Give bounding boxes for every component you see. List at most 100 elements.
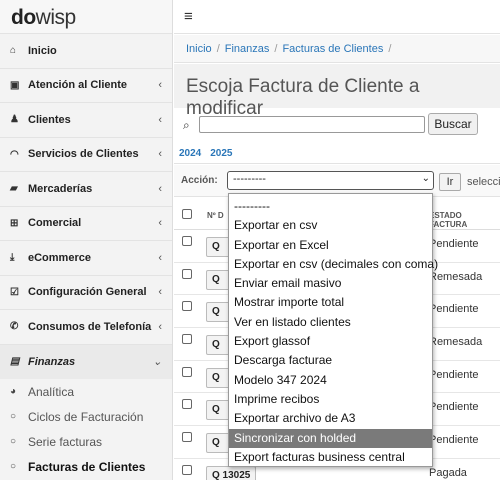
dropdown-option[interactable]: Mostrar importe total bbox=[229, 293, 432, 312]
year-filter: 2024 2025 bbox=[174, 142, 500, 164]
sidebar-item-inicio[interactable]: ⌂ Inicio bbox=[0, 34, 172, 69]
sidebar-item-mercader-as[interactable]: ▰ Mercaderías ‹ bbox=[0, 172, 172, 207]
sidebar-item-label: Mercaderías bbox=[28, 182, 93, 195]
sidebar-item-label: Atención al Cliente bbox=[28, 79, 128, 92]
breadcrumb-separator: / bbox=[216, 43, 220, 55]
status-cell: Pendiente bbox=[429, 401, 479, 414]
search-row: ⌕ Buscar bbox=[174, 112, 500, 140]
dropdown-option[interactable]: Imprime recibos bbox=[229, 390, 432, 409]
chevron-icon: ‹ bbox=[158, 79, 162, 92]
submenu-item-facturas-de-clientes[interactable]: ○ Facturas de Clientes bbox=[0, 454, 172, 479]
sidebar-item-label: Servicios de Clientes bbox=[28, 148, 139, 161]
row-checkbox[interactable] bbox=[182, 301, 192, 312]
dropdown-option[interactable]: Ver en listado clientes bbox=[229, 313, 432, 332]
status-cell: Pendiente bbox=[429, 303, 479, 316]
status-cell: Pendiente bbox=[429, 368, 479, 381]
sidebar-item-servicios-de-clientes[interactable]: ◠ Servicios de Clientes ‹ bbox=[0, 138, 172, 172]
column-header-number[interactable]: Nº D bbox=[207, 211, 224, 220]
status-cell: Pendiente bbox=[429, 238, 479, 250]
wifi-icon: ◠ bbox=[10, 148, 19, 160]
dropdown-option[interactable]: Sincronizar con holded bbox=[229, 428, 432, 448]
submenu-item-label: Serie facturas bbox=[28, 434, 103, 449]
row-checkbox[interactable] bbox=[182, 268, 192, 279]
dropdown-option[interactable]: Export facturas business central bbox=[229, 448, 432, 467]
sidebar-item-clientes[interactable]: ♟ Clientes ‹ bbox=[0, 103, 172, 138]
status-cell: Pagada bbox=[429, 466, 467, 479]
chevron-icon: ‹ bbox=[158, 182, 162, 195]
submenu-item-anal-tica[interactable]: ◕ Analítica bbox=[0, 379, 172, 404]
sidebar-item-label: Configuración General bbox=[28, 286, 147, 299]
dropdown-option[interactable]: Enviar email masivo bbox=[229, 274, 432, 293]
row-checkbox[interactable] bbox=[182, 366, 192, 377]
home-icon: ⌂ bbox=[10, 45, 17, 57]
calendar-icon: ▣ bbox=[10, 79, 20, 91]
top-bar: ≡ bbox=[174, 0, 500, 34]
sidebar-item-label: Comercial bbox=[28, 217, 82, 230]
column-header-status[interactable]: ESTADO FACTURA bbox=[429, 211, 500, 229]
users-icon: ♟ bbox=[10, 114, 19, 126]
go-button[interactable]: Ir bbox=[439, 173, 461, 191]
sidebar-item-label: Inicio bbox=[28, 44, 57, 57]
row-checkbox[interactable] bbox=[182, 334, 192, 345]
action-select[interactable]: --------- ⌄ bbox=[227, 171, 434, 190]
circle-icon: ○ bbox=[10, 436, 17, 447]
dropdown-option[interactable]: Exportar en csv (decimales con coma) bbox=[229, 255, 438, 274]
app-logo[interactable]: dowisp bbox=[0, 0, 172, 34]
invoice-link-button[interactable]: Q 13025 bbox=[206, 465, 256, 480]
circle-icon: ○ bbox=[10, 461, 17, 472]
chevron-icon: ‹ bbox=[158, 217, 162, 230]
sidebar-item-comercial[interactable]: ⊞ Comercial ‹ bbox=[0, 207, 172, 241]
breadcrumb-facturas[interactable]: Facturas de Clientes bbox=[282, 43, 383, 55]
chevron-icon: ‹ bbox=[158, 251, 162, 264]
sidebar-submenu: ◕ Analítica ○ Ciclos de Facturación ○ Serie f… bbox=[0, 379, 172, 479]
dropdown-option[interactable]: Exportar archivo de A3 bbox=[229, 409, 432, 428]
submenu-item-serie-facturas[interactable]: ○ Serie facturas bbox=[0, 429, 172, 454]
truck-icon: ▰ bbox=[10, 183, 18, 195]
selection-info: seleccio bbox=[467, 176, 500, 188]
status-cell: Remesada bbox=[429, 336, 483, 349]
search-input[interactable] bbox=[199, 116, 425, 133]
chevron-icon: ‹ bbox=[158, 148, 162, 161]
sidebar-item-configuraci-n-general[interactable]: ☑ Configuración General ‹ bbox=[0, 276, 172, 310]
dropdown-option[interactable]: Exportar en Excel bbox=[229, 236, 432, 255]
year-link-2024[interactable]: 2024 bbox=[179, 148, 201, 159]
breadcrumb-separator: / bbox=[274, 43, 278, 55]
sidebar-item-finanzas[interactable]: ▤ Finanzas ⌄ bbox=[0, 344, 172, 379]
breadcrumb-finanzas[interactable]: Finanzas bbox=[225, 43, 270, 55]
search-button[interactable]: Buscar bbox=[428, 113, 478, 135]
row-checkbox[interactable] bbox=[182, 464, 192, 475]
dropdown-option[interactable]: Exportar en csv bbox=[229, 216, 432, 235]
row-checkbox[interactable] bbox=[182, 399, 192, 410]
sidebar: dowisp ⌂ Inicio ▣ Atención al Cliente ‹ ♟ Clie… bbox=[0, 0, 173, 480]
submenu-item-ciclos-de-facturaci-n[interactable]: ○ Ciclos de Facturación bbox=[0, 404, 172, 429]
checkbox-icon: ☑ bbox=[10, 286, 19, 298]
breadcrumb-inicio[interactable]: Inicio bbox=[186, 43, 212, 55]
chevron-icon: ‹ bbox=[158, 320, 162, 333]
sidebar-item-ecommerce[interactable]: ⤓ eCommerce ‹ bbox=[0, 241, 172, 276]
year-link-2025[interactable]: 2025 bbox=[210, 148, 232, 159]
sidebar-item-label: Finanzas bbox=[28, 355, 76, 368]
circle-icon: ○ bbox=[10, 411, 17, 422]
submenu-item-label: Ciclos de Facturación bbox=[28, 409, 144, 424]
dropdown-option[interactable]: Export glassof bbox=[229, 332, 432, 351]
row-checkbox[interactable] bbox=[182, 236, 192, 246]
row-checkbox[interactable] bbox=[182, 432, 192, 443]
sidebar-item-label: Clientes bbox=[28, 113, 71, 126]
search-icon: ⌕ bbox=[183, 118, 190, 132]
dropdown-option[interactable]: Modelo 347 2024 bbox=[229, 371, 432, 390]
dropdown-option[interactable]: --------- bbox=[229, 197, 432, 216]
breadcrumb-separator: / bbox=[388, 43, 392, 55]
action-dropdown-list: --------- Exportar en csv Exportar en Exce… bbox=[228, 193, 438, 467]
dropdown-option[interactable]: Descarga facturae bbox=[229, 351, 432, 370]
chevron-icon: ⌄ bbox=[152, 356, 162, 369]
sidebar-item-label: Consumos de Telefonía bbox=[28, 320, 152, 333]
action-label: Acción: bbox=[181, 175, 218, 186]
sidebar-item-atenci-n-al-cliente[interactable]: ▣ Atención al Cliente ‹ bbox=[0, 69, 172, 103]
select-all-checkbox[interactable] bbox=[182, 209, 192, 219]
sidebar-item-consumos-de-telefon-a[interactable]: ✆ Consumos de Telefonía ‹ bbox=[0, 310, 172, 345]
sidebar-item-label: eCommerce bbox=[28, 251, 91, 264]
chevron-icon: ‹ bbox=[158, 113, 162, 126]
hamburger-menu-icon[interactable]: ≡ bbox=[184, 8, 193, 25]
phone-icon: ✆ bbox=[10, 321, 19, 333]
sidebar-nav: ⌂ Inicio ▣ Atención al Cliente ‹ ♟ Clientes ‹ ◠ S… bbox=[0, 34, 172, 379]
